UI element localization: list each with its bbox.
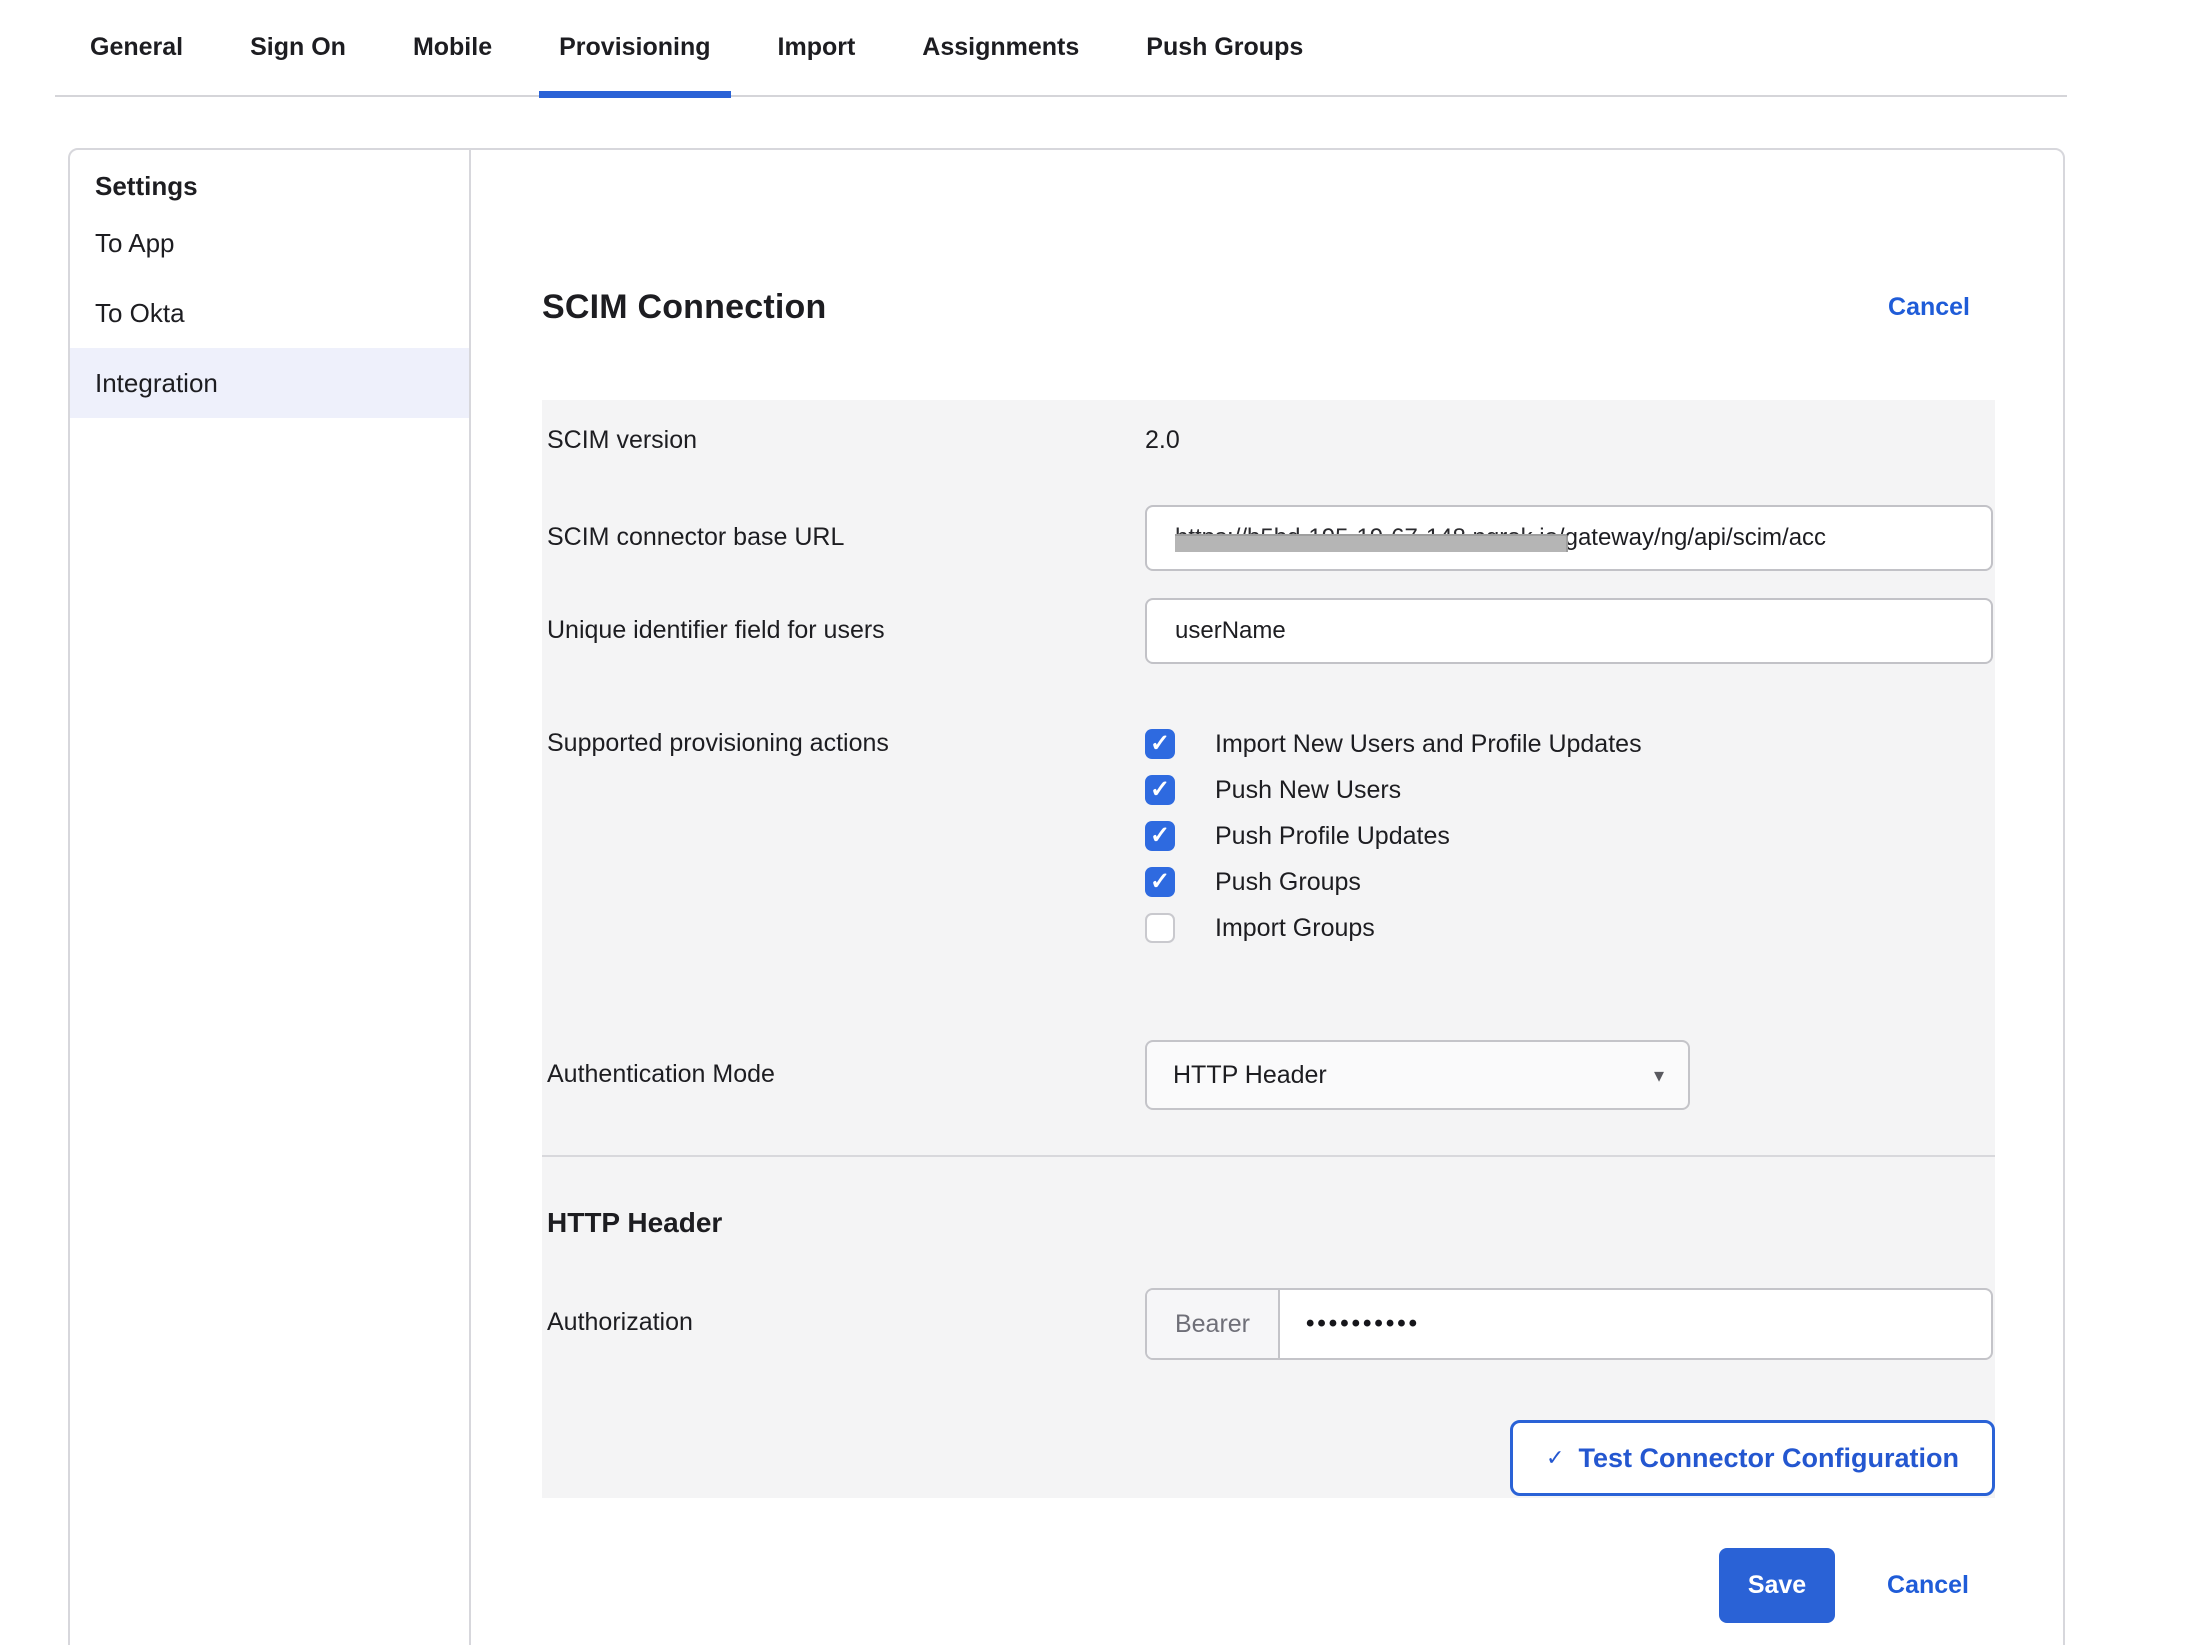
base-url-row: SCIM connector base URL https://b5bd-195… bbox=[542, 505, 1995, 571]
scim-version-value: 2.0 bbox=[1145, 426, 1995, 455]
provisioning-settings-page: General Sign On Mobile Provisioning Impo… bbox=[0, 0, 2201, 1645]
tab-provisioning[interactable]: Provisioning bbox=[539, 0, 730, 96]
settings-sidebar: Settings To App To Okta Integration bbox=[70, 150, 471, 1645]
app-tab-bar: General Sign On Mobile Provisioning Impo… bbox=[55, 0, 2067, 97]
test-connector-label: Test Connector Configuration bbox=[1578, 1443, 1958, 1474]
provisioning-actions-row: Supported provisioning actions ✓ Import … bbox=[542, 721, 1995, 951]
header-cancel-link[interactable]: Cancel bbox=[1888, 293, 1970, 322]
authorization-token-input[interactable]: •••••••••• bbox=[1280, 1290, 1991, 1358]
check-icon: ✓ bbox=[1150, 778, 1170, 802]
section-divider bbox=[542, 1155, 1995, 1157]
tab-assignments[interactable]: Assignments bbox=[902, 0, 1099, 96]
page-title: SCIM Connection bbox=[542, 288, 826, 327]
tab-sign-on[interactable]: Sign On bbox=[230, 0, 366, 96]
scim-connection-section: SCIM Connection Cancel SCIM version 2.0 … bbox=[471, 150, 2067, 1645]
scim-form-panel: SCIM version 2.0 SCIM connector base URL… bbox=[542, 400, 1995, 1498]
auth-mode-value: HTTP Header bbox=[1173, 1061, 1327, 1090]
auth-mode-select[interactable]: HTTP Header ▾ bbox=[1145, 1040, 1690, 1110]
sidebar-item-integration[interactable]: Integration bbox=[70, 348, 469, 418]
checkbox-label: Push Groups bbox=[1215, 868, 1361, 897]
section-header: SCIM Connection Cancel bbox=[542, 285, 1995, 329]
unique-id-row: Unique identifier field for users userNa… bbox=[542, 598, 1995, 664]
check-icon: ✓ bbox=[1150, 824, 1170, 848]
checkbox-push-new-users[interactable]: ✓ bbox=[1145, 775, 1175, 805]
provisioning-actions-label: Supported provisioning actions bbox=[542, 721, 1145, 758]
auth-mode-row: Authentication Mode HTTP Header ▾ bbox=[542, 1040, 1995, 1110]
checkbox-import-groups[interactable]: ✓ bbox=[1145, 913, 1175, 943]
tab-import[interactable]: Import bbox=[758, 0, 876, 96]
action-push-new-users-row: ✓ Push New Users bbox=[1145, 767, 1995, 813]
http-header-section-title: HTTP Header bbox=[542, 1207, 1995, 1239]
checkbox-label: Push Profile Updates bbox=[1215, 822, 1450, 851]
base-url-input[interactable]: https://b5bd-195-19-67-148.ngrok.io /gat… bbox=[1145, 505, 1993, 571]
check-icon: ✓ bbox=[1546, 1445, 1564, 1471]
sidebar-item-to-app[interactable]: To App bbox=[70, 208, 469, 278]
sidebar-title: Settings bbox=[70, 164, 469, 208]
action-import-users-row: ✓ Import New Users and Profile Updates bbox=[1145, 721, 1995, 767]
test-connector-row: ✓ Test Connector Configuration bbox=[542, 1420, 1995, 1496]
checkbox-push-groups[interactable]: ✓ bbox=[1145, 867, 1175, 897]
tab-general[interactable]: General bbox=[70, 0, 203, 96]
checkbox-push-profile-updates[interactable]: ✓ bbox=[1145, 821, 1175, 851]
action-push-profile-updates-row: ✓ Push Profile Updates bbox=[1145, 813, 1995, 859]
sidebar-item-to-okta[interactable]: To Okta bbox=[70, 278, 469, 348]
checkbox-label: Import New Users and Profile Updates bbox=[1215, 730, 1642, 759]
authorization-row: Authorization Bearer •••••••••• bbox=[542, 1288, 1995, 1360]
form-footer: Save Cancel bbox=[542, 1548, 1995, 1623]
check-icon: ✓ bbox=[1150, 732, 1170, 756]
base-url-redacted-text: https://b5bd-195-19-67-148.ngrok.io bbox=[1175, 524, 1558, 552]
checkbox-label: Push New Users bbox=[1215, 776, 1401, 805]
authorization-input-group: Bearer •••••••••• bbox=[1145, 1288, 1993, 1360]
bearer-prefix: Bearer bbox=[1147, 1290, 1280, 1358]
footer-cancel-link[interactable]: Cancel bbox=[1887, 1571, 1969, 1600]
tab-mobile[interactable]: Mobile bbox=[393, 0, 512, 96]
authorization-label: Authorization bbox=[542, 1288, 1145, 1337]
scim-version-label: SCIM version bbox=[542, 426, 1145, 455]
auth-mode-label: Authentication Mode bbox=[542, 1040, 1145, 1089]
redaction-bar bbox=[1175, 534, 1568, 552]
unique-id-input[interactable]: userName bbox=[1145, 598, 1993, 664]
provisioning-card: Settings To App To Okta Integration SCIM… bbox=[68, 148, 2065, 1645]
action-push-groups-row: ✓ Push Groups bbox=[1145, 859, 1995, 905]
tab-push-groups[interactable]: Push Groups bbox=[1126, 0, 1323, 96]
save-button[interactable]: Save bbox=[1719, 1548, 1835, 1623]
test-connector-button[interactable]: ✓ Test Connector Configuration bbox=[1510, 1420, 1995, 1496]
base-url-visible-text: /gateway/ng/api/scim/acc bbox=[1558, 524, 1826, 552]
check-icon: ✓ bbox=[1150, 870, 1170, 894]
checkbox-label: Import Groups bbox=[1215, 914, 1375, 943]
chevron-down-icon: ▾ bbox=[1654, 1063, 1664, 1088]
unique-id-label: Unique identifier field for users bbox=[542, 598, 1145, 645]
checkbox-import-users[interactable]: ✓ bbox=[1145, 729, 1175, 759]
action-import-groups-row: ✓ Import Groups bbox=[1145, 905, 1995, 951]
base-url-label: SCIM connector base URL bbox=[542, 505, 1145, 552]
scim-version-row: SCIM version 2.0 bbox=[542, 400, 1995, 458]
